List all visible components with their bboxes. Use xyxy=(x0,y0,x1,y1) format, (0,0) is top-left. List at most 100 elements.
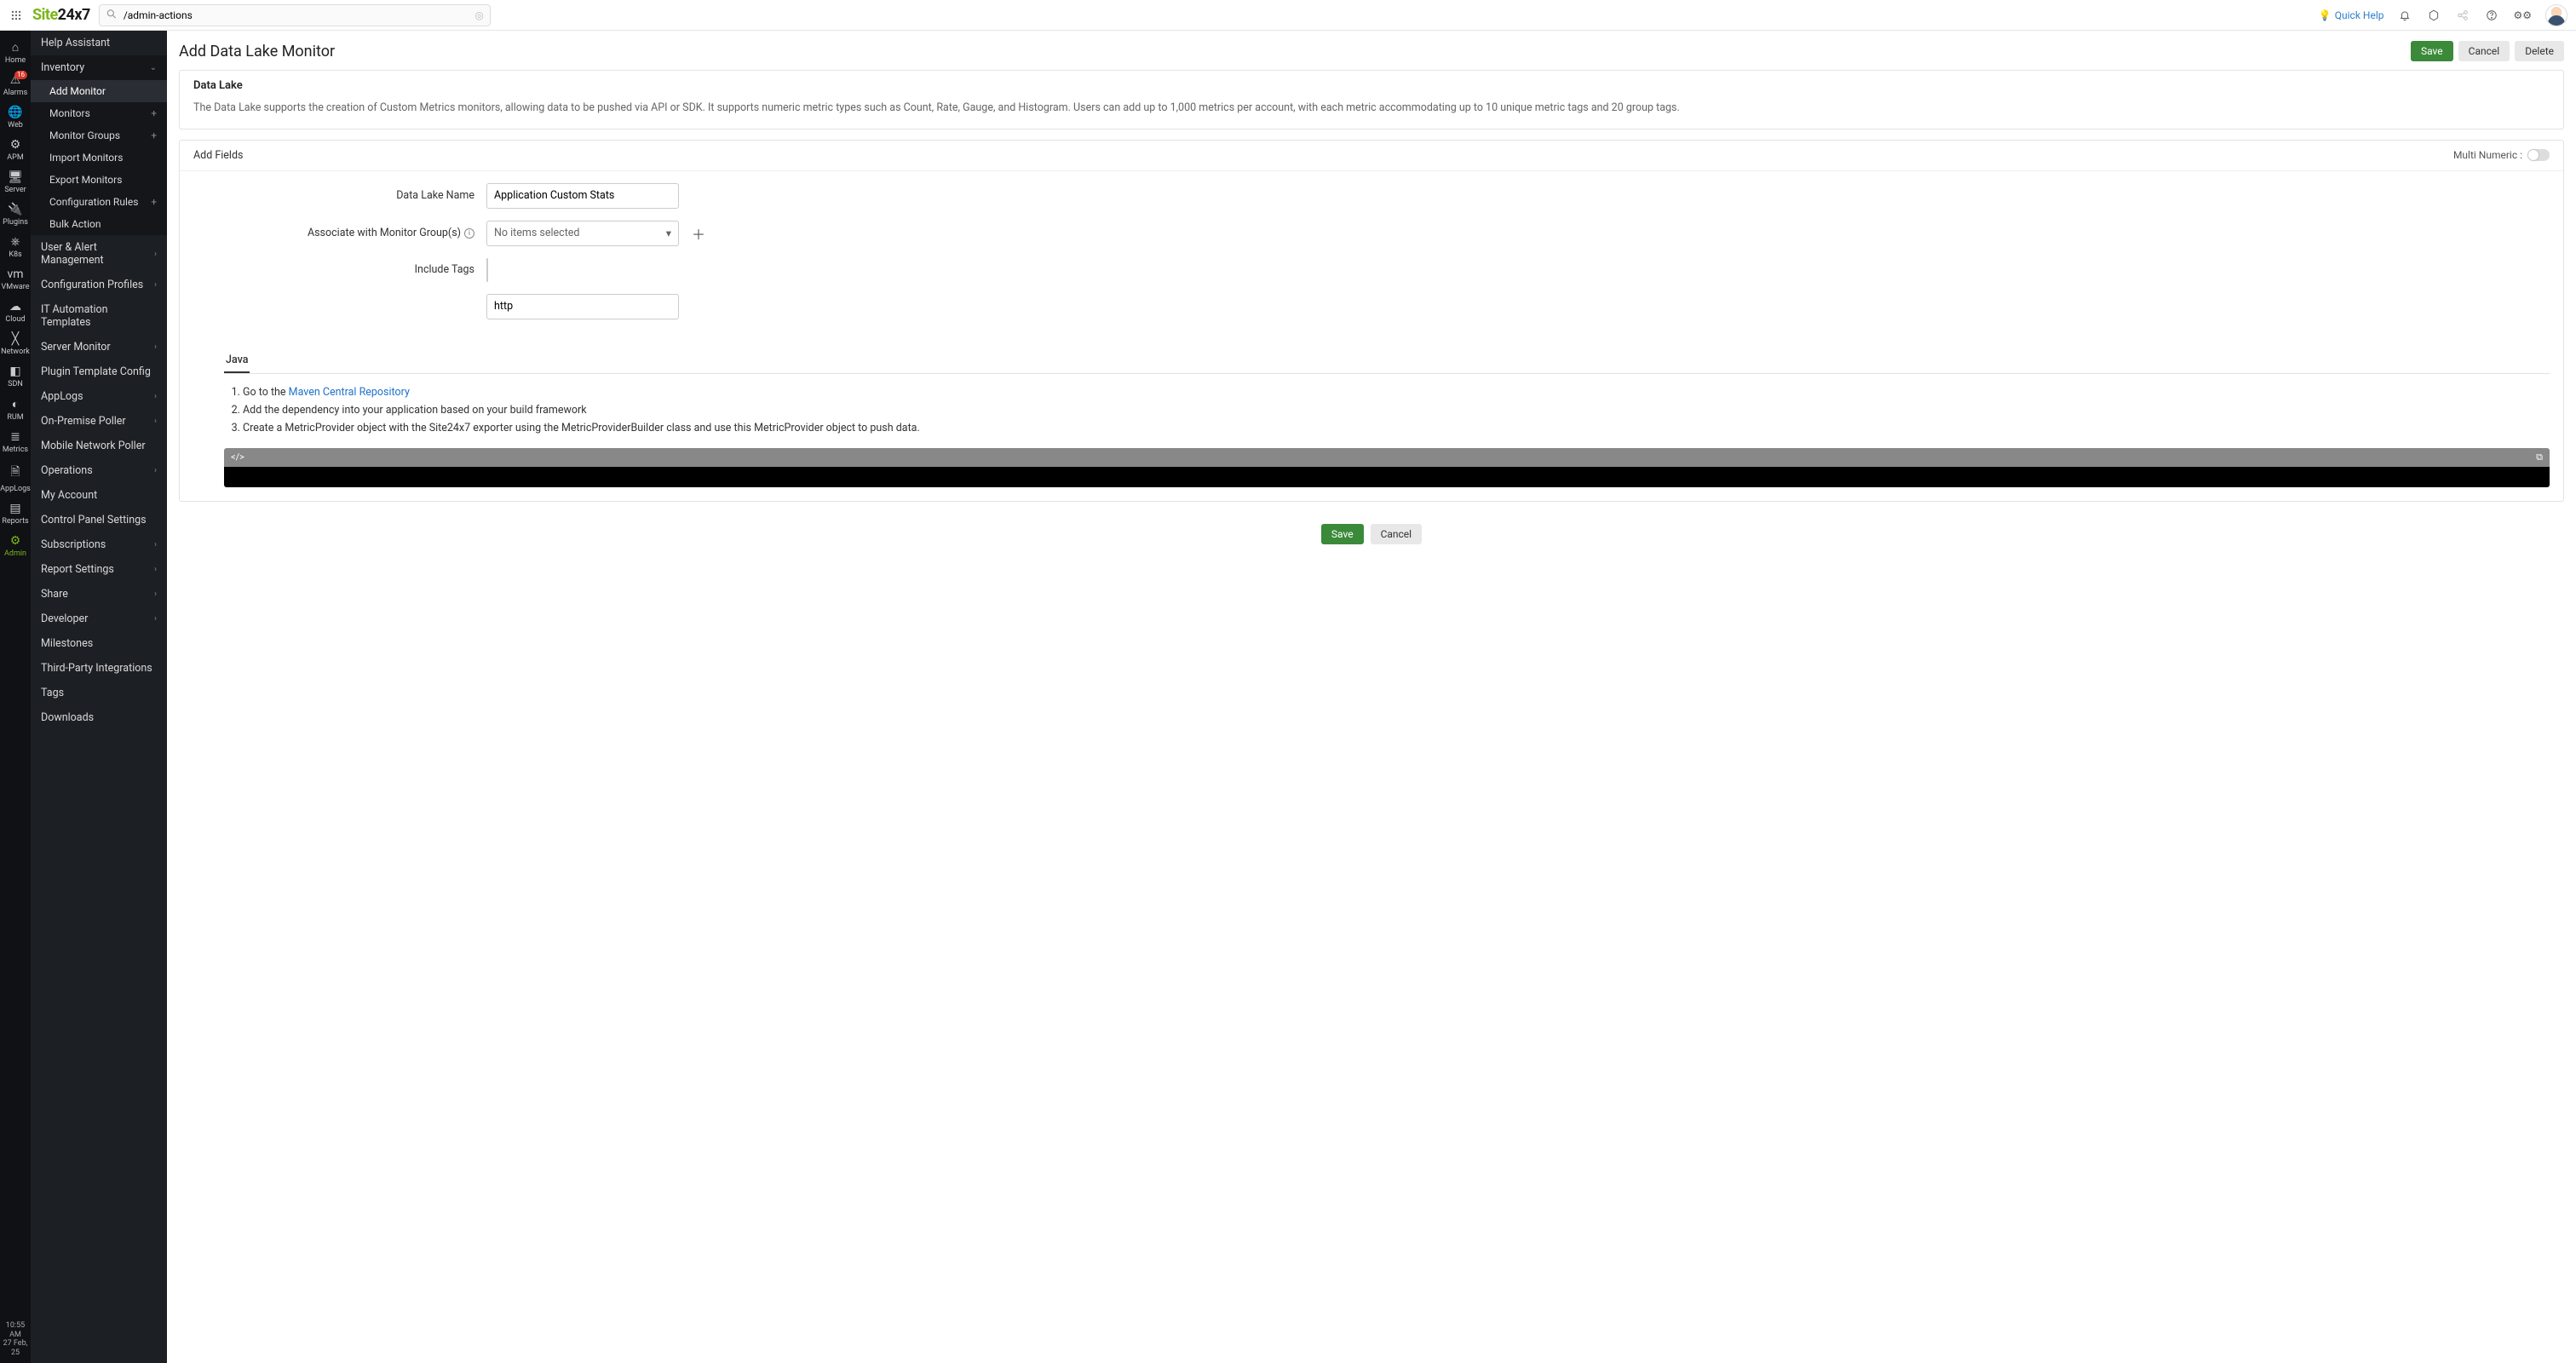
nav-item[interactable]: Operations› xyxy=(31,458,167,483)
rail-item-reports[interactable]: ▤Reports xyxy=(0,497,31,530)
nav-item[interactable]: Server Monitor› xyxy=(31,335,167,359)
code-block: </> ⧉ xyxy=(224,448,2550,487)
app-grid-icon[interactable] xyxy=(9,8,24,23)
quick-help-link[interactable]: 💡 Quick Help xyxy=(2319,9,2384,21)
nav-item[interactable]: Share› xyxy=(31,582,167,607)
delete-button[interactable]: Delete xyxy=(2515,41,2564,61)
nav-item[interactable]: Milestones xyxy=(31,631,167,656)
rail-item-admin[interactable]: ⚙Admin xyxy=(0,530,31,562)
instructions: Go to the Maven Central Repository Add t… xyxy=(224,374,2550,448)
rail-item-web[interactable]: 🌐Web xyxy=(0,101,31,134)
nav-subitem[interactable]: Monitors+ xyxy=(31,102,167,124)
nav-item[interactable]: Help Assistant xyxy=(31,31,167,55)
cancel-button[interactable]: Cancel xyxy=(2458,41,2510,61)
code-block-header: </> ⧉ xyxy=(224,448,2550,467)
rail-glyph-icon: ≣ xyxy=(10,430,20,444)
cancel-button-bottom[interactable]: Cancel xyxy=(1371,524,1423,544)
nav-item-label: Inventory xyxy=(41,61,84,74)
rail-glyph-icon: ⚙ xyxy=(10,534,21,548)
multi-numeric-label: Multi Numeric : xyxy=(2453,149,2522,161)
nav-item[interactable]: Inventory⌄ xyxy=(31,55,167,80)
rail-label: SDN xyxy=(8,380,23,388)
rail-label: Admin xyxy=(4,549,26,558)
nav-item[interactable]: User & Alert Management› xyxy=(31,235,167,273)
rail-item-apm[interactable]: ⚙APM xyxy=(0,134,31,166)
row-tags-input xyxy=(193,294,2550,319)
nav-item[interactable]: AppLogs› xyxy=(31,384,167,409)
code-block-body[interactable] xyxy=(224,467,2550,487)
rail-label: Alarms xyxy=(3,89,28,97)
rail-clock: 10:55 AM27 Feb, 25 xyxy=(0,1318,31,1363)
nav-item-label: Share xyxy=(41,588,68,601)
multi-numeric-toggle[interactable] xyxy=(2527,149,2550,161)
tags-input[interactable] xyxy=(486,294,679,319)
rail-item-server[interactable]: 🖥Server xyxy=(0,166,31,198)
nav-item[interactable]: Developer› xyxy=(31,607,167,631)
plus-icon[interactable]: + xyxy=(151,196,157,208)
nav-subitem[interactable]: Import Monitors xyxy=(31,147,167,169)
nav-item[interactable]: On-Premise Poller› xyxy=(31,409,167,434)
rail-item-metrics[interactable]: ≣Metrics xyxy=(0,426,31,458)
nav-subitem[interactable]: Export Monitors xyxy=(31,169,167,191)
product-logo[interactable]: Site24x7 xyxy=(32,6,90,24)
name-input[interactable] xyxy=(486,183,679,209)
group-select[interactable]: No items selected ▾ xyxy=(486,221,679,246)
nav-item[interactable]: IT Automation Templates xyxy=(31,297,167,335)
rail-item-applogs[interactable]: 🗎AppLogs xyxy=(0,458,31,497)
help-icon[interactable] xyxy=(2484,8,2499,23)
nav-subitem[interactable]: Configuration Rules+ xyxy=(31,191,167,213)
rail-item-home[interactable]: ⌂Home xyxy=(0,36,31,69)
copy-icon[interactable]: ⧉ xyxy=(2536,451,2543,463)
global-search[interactable]: ◎ xyxy=(99,4,491,26)
nav-item[interactable]: My Account xyxy=(31,483,167,508)
logo-dark: 24x7 xyxy=(58,6,90,24)
search-input[interactable] xyxy=(99,4,491,26)
refer-icon[interactable] xyxy=(2455,8,2470,23)
nav-subitem-label: Export Monitors xyxy=(49,174,122,186)
icon-rail: ⌂Home⚠Alarms16🌐Web⚙APM🖥Server🔌Plugins⎈K8… xyxy=(0,31,31,1363)
nav-item[interactable]: Control Panel Settings xyxy=(31,508,167,532)
bell-icon[interactable] xyxy=(2397,8,2412,23)
code-icon: </> xyxy=(231,451,244,463)
nav-subitem[interactable]: Add Monitor xyxy=(31,80,167,102)
add-group-button[interactable]: ＋ xyxy=(691,226,706,241)
datalake-info-desc: The Data Lake supports the creation of C… xyxy=(180,101,2563,129)
nav-item[interactable]: Tags xyxy=(31,681,167,705)
chevron-right-icon: › xyxy=(154,466,157,475)
rail-item-k8s[interactable]: ⎈K8s xyxy=(0,231,31,263)
nav-subitem[interactable]: Bulk Action xyxy=(31,213,167,235)
hexagon-icon[interactable] xyxy=(2426,8,2441,23)
row-group: Associate with Monitor Group(s) i No ite… xyxy=(193,221,2550,246)
rail-label: K8s xyxy=(9,250,21,259)
search-target-icon[interactable]: ◎ xyxy=(474,9,483,21)
nav-item[interactable]: Mobile Network Poller xyxy=(31,434,167,458)
rail-item-rum[interactable]: ◐RUM xyxy=(0,393,31,426)
nav-item[interactable]: Subscriptions› xyxy=(31,532,167,557)
plus-icon[interactable]: + xyxy=(151,129,157,141)
rail-item-network[interactable]: ╳Network xyxy=(0,328,31,360)
chevron-right-icon: › xyxy=(154,540,157,549)
maven-link[interactable]: Maven Central Repository xyxy=(289,386,410,399)
nav-item[interactable]: Downloads xyxy=(31,705,167,730)
nav-item[interactable]: Configuration Profiles› xyxy=(31,273,167,297)
rail-item-sdn[interactable]: ◧SDN xyxy=(0,360,31,393)
tab-java[interactable]: Java xyxy=(224,348,250,373)
save-button-bottom[interactable]: Save xyxy=(1321,524,1364,544)
save-button[interactable]: Save xyxy=(2411,41,2453,61)
info-icon[interactable]: i xyxy=(464,228,474,239)
nav-item[interactable]: Plugin Template Config xyxy=(31,359,167,384)
nav-subitem[interactable]: Monitor Groups+ xyxy=(31,124,167,147)
quick-help-label: Quick Help xyxy=(2335,9,2384,21)
nav-item-label: Report Settings xyxy=(41,563,114,576)
nav-item[interactable]: Third-Party Integrations xyxy=(31,656,167,681)
nav-item[interactable]: Report Settings› xyxy=(31,557,167,582)
chevron-down-icon: ▾ xyxy=(666,227,671,240)
rail-item-vmware[interactable]: vmVMware xyxy=(0,263,31,296)
user-avatar[interactable] xyxy=(2545,4,2567,26)
plus-icon[interactable]: + xyxy=(151,107,157,119)
rail-item-plugins[interactable]: 🔌Plugins xyxy=(0,198,31,231)
rail-glyph-icon: 🌐 xyxy=(8,106,22,119)
rail-item-cloud[interactable]: ☁Cloud xyxy=(0,296,31,328)
settings-icon[interactable]: ⚙⚙ xyxy=(2513,8,2532,23)
rail-item-alarms[interactable]: ⚠Alarms16 xyxy=(0,69,31,101)
